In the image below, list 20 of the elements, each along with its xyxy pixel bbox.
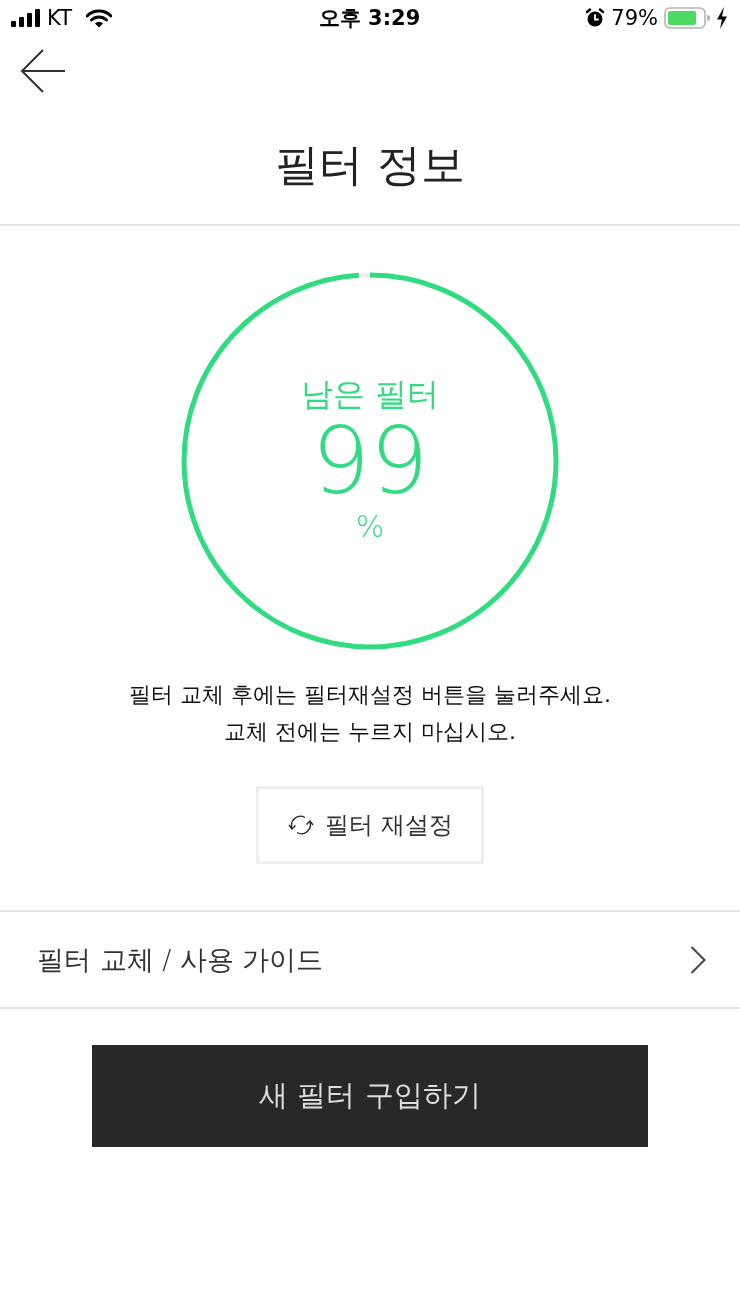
battery-percent: 79%: [611, 6, 658, 30]
refresh-icon: [287, 814, 316, 836]
remaining-label: 남은 필터: [300, 374, 440, 414]
wifi-icon: [85, 8, 112, 28]
carrier-name: KT: [47, 6, 72, 30]
progress-ring-unfilled-track: [358, 272, 370, 278]
clock-time: 오후 3:29: [318, 5, 421, 32]
remaining-value: 99: [311, 414, 429, 510]
page-title: 필터 정보: [275, 137, 465, 192]
chevron-right-icon: [690, 945, 706, 974]
back-button[interactable]: [20, 49, 66, 93]
battery-icon: [664, 7, 710, 29]
percent-unit: %: [355, 510, 385, 544]
notice-text: 필터 교체 후에는 필터재설정 버튼을 눌러주세요. 교체 전에는 누르지 마십시오.: [128, 681, 612, 746]
signal-icon: [11, 9, 41, 27]
reset-button[interactable]: 필터 재설정: [256, 786, 484, 864]
buy-filter-button[interactable]: 새 필터 구입하기: [92, 1045, 648, 1147]
back-arrow-icon: [20, 49, 66, 93]
alarm-clock-icon: [585, 8, 606, 28]
charging-bolt-icon: [716, 7, 728, 29]
